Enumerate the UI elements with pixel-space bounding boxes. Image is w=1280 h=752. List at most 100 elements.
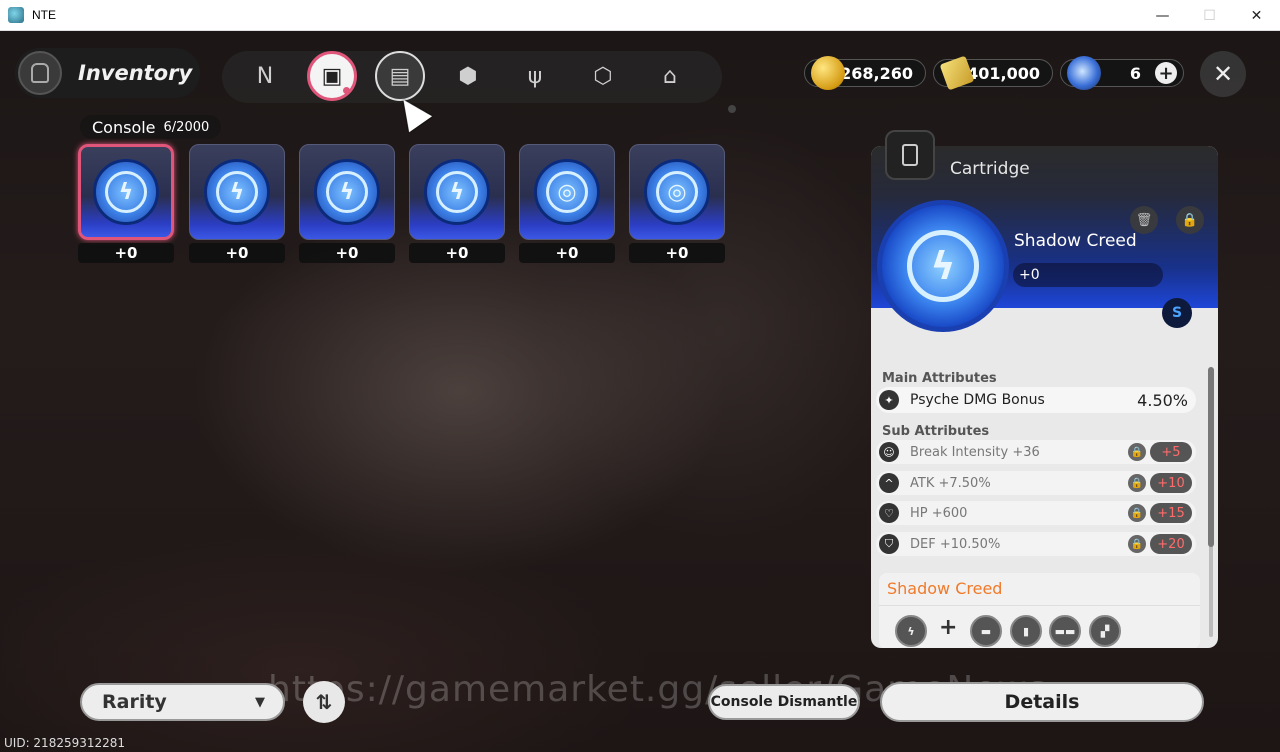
gold-amount: 268,260 bbox=[840, 63, 913, 83]
sub-attribute-name: Break Intensity +36 bbox=[910, 444, 1040, 460]
sub-attribute-row: ♡ HP +600 🔒 +15 bbox=[876, 501, 1196, 525]
window-controls: — ☐ ✕ bbox=[1139, 0, 1280, 31]
category-tabs: N ▣ ▤ ⬢ ψ ⬡ ⌂ bbox=[222, 51, 722, 103]
console-dismantle-button[interactable]: Console Dismantle bbox=[708, 684, 860, 720]
sub-attribute-name: DEF +10.50% bbox=[910, 536, 1001, 552]
currency-ticket: 401,000 bbox=[933, 55, 1053, 91]
close-window-button[interactable]: ✕ bbox=[1233, 0, 1280, 31]
set-slot-shape-icon[interactable]: ▞ bbox=[1089, 615, 1121, 647]
cartridge-disc-icon: ◎ bbox=[644, 159, 710, 225]
window-title: NTE bbox=[32, 8, 56, 22]
tab-housing[interactable]: ⌂ bbox=[645, 51, 695, 101]
cartridge-disc-icon: ◎ bbox=[534, 159, 600, 225]
close-button[interactable]: ✕ bbox=[1200, 51, 1246, 97]
item-name: Shadow Creed bbox=[1014, 231, 1137, 251]
tabs-end-dot bbox=[728, 105, 736, 113]
sort-order-button[interactable]: ⇅ bbox=[303, 681, 345, 723]
set-slot-shape-icon[interactable]: ▮ bbox=[1010, 615, 1042, 647]
item-level: +0 bbox=[1013, 263, 1163, 287]
notification-dot bbox=[343, 87, 350, 94]
mountain-icon: ^ bbox=[879, 473, 899, 493]
item-level: +0 bbox=[409, 243, 505, 263]
main-attribute-row: ✦ Psyche DMG Bonus 4.50% bbox=[876, 387, 1196, 413]
heart-icon: ♡ bbox=[879, 503, 899, 523]
minimize-button[interactable]: — bbox=[1139, 0, 1186, 31]
cartridge-disc-icon: ϟ bbox=[204, 159, 270, 225]
set-slot-shape-icon[interactable]: ▬ bbox=[970, 615, 1002, 647]
inventory-item[interactable]: ◎ bbox=[519, 144, 615, 240]
tab-items[interactable]: ⬡ bbox=[578, 51, 628, 101]
ticket-amount: 401,000 bbox=[967, 63, 1040, 83]
maximize-button[interactable]: ☐ bbox=[1186, 0, 1233, 31]
item-level: +0 bbox=[299, 243, 395, 263]
cartridge-category-icon bbox=[885, 130, 935, 180]
upgrade-level: +5 bbox=[1150, 442, 1192, 462]
user-id: UID: 218259312281 bbox=[4, 736, 126, 750]
item-level: +0 bbox=[629, 243, 725, 263]
inventory-item[interactable]: ϟ bbox=[189, 144, 285, 240]
ticket-icon bbox=[939, 55, 975, 91]
sub-attribute-row: ^ ATK +7.50% 🔒 +10 bbox=[876, 471, 1196, 495]
set-slot-shape-icon[interactable]: ▬▬ bbox=[1049, 615, 1081, 647]
trash-icon[interactable]: 🗑 bbox=[1130, 206, 1158, 234]
set-badge-icon[interactable]: S bbox=[1162, 298, 1192, 328]
psyche-icon: ✦ bbox=[879, 390, 899, 410]
cartridge-disc-icon: ϟ bbox=[93, 159, 159, 225]
inventory-item[interactable]: ϟ bbox=[409, 144, 505, 240]
inventory-item[interactable]: ◎ bbox=[629, 144, 725, 240]
lock-icon[interactable]: 🔒 bbox=[1176, 206, 1204, 234]
tab-materials[interactable]: ⬢ bbox=[443, 51, 493, 101]
tab-n-logo[interactable]: N bbox=[240, 51, 290, 101]
set-name: Shadow Creed bbox=[887, 579, 1003, 598]
attributes-section: Main Attributes ✦ Psyche DMG Bonus 4.50%… bbox=[871, 339, 1218, 648]
detail-category: Cartridge bbox=[950, 159, 1030, 179]
currency-gold: 268,260 bbox=[804, 56, 926, 90]
orb-amount: 6 bbox=[1129, 63, 1141, 83]
sub-attribute-row: ☺ Break Intensity +36 🔒 +5 bbox=[876, 440, 1196, 464]
set-bonus-box: Shadow Creed ϟ + ▬ ▮ ▬▬ ▞ bbox=[879, 573, 1200, 648]
sort-dropdown[interactable]: Rarity ▼ bbox=[80, 683, 285, 721]
sort-dropdown-label: Rarity bbox=[102, 691, 167, 713]
lock-icon[interactable]: 🔒 bbox=[1128, 474, 1146, 492]
sub-attribute-row: ⛉ DEF +10.50% 🔒 +20 bbox=[876, 532, 1196, 556]
box-icon: ⬢ bbox=[458, 63, 478, 89]
main-attribute-name: Psyche DMG Bonus bbox=[910, 392, 1045, 408]
backpack-icon bbox=[18, 51, 62, 95]
window-titlebar: NTE — ☐ ✕ bbox=[0, 0, 1280, 31]
main-attributes-heading: Main Attributes bbox=[882, 371, 997, 386]
inventory-item[interactable]: ϟ bbox=[299, 144, 395, 240]
details-button[interactable]: Details bbox=[880, 682, 1204, 722]
app-icon bbox=[8, 7, 24, 23]
lock-icon[interactable]: 🔒 bbox=[1128, 443, 1146, 461]
divider bbox=[879, 605, 1200, 606]
item-level: +0 bbox=[519, 243, 615, 263]
tab-console[interactable]: ▣ bbox=[307, 51, 357, 101]
item-level: +0 bbox=[189, 243, 285, 263]
game-viewport: Inventory N ▣ ▤ ⬢ ψ ⬡ ⌂ 268,260 401,000 … bbox=[0, 31, 1280, 752]
crystal-orb-icon bbox=[1067, 56, 1101, 90]
grid-label: Console 6/2000 bbox=[80, 115, 222, 139]
main-attribute-value: 4.50% bbox=[1137, 390, 1188, 410]
sub-attributes-heading: Sub Attributes bbox=[882, 424, 990, 439]
grid-category-label: Console bbox=[92, 117, 156, 137]
lock-icon[interactable]: 🔒 bbox=[1128, 535, 1146, 553]
set-slot-lightning-icon[interactable]: ϟ bbox=[895, 615, 927, 647]
tab-food[interactable]: ψ bbox=[510, 51, 560, 101]
page-title: Inventory bbox=[78, 61, 193, 85]
tab-cartridge[interactable]: ▤ bbox=[375, 51, 425, 101]
gold-coin-icon bbox=[811, 56, 845, 90]
chevron-down-icon: ▼ bbox=[255, 694, 265, 710]
upgrade-level: +20 bbox=[1150, 534, 1192, 554]
smile-icon: ☺ bbox=[879, 442, 899, 462]
cartridge-disc-icon: ϟ bbox=[314, 159, 380, 225]
upgrade-level: +10 bbox=[1150, 473, 1192, 493]
sub-attribute-name: HP +600 bbox=[910, 505, 968, 521]
shield-icon: ⛉ bbox=[879, 534, 899, 554]
detail-scroll-thumb[interactable] bbox=[1208, 367, 1214, 547]
add-currency-button[interactable]: + bbox=[1155, 62, 1177, 84]
inventory-header: Inventory bbox=[15, 48, 200, 98]
inventory-item[interactable]: ϟ bbox=[78, 144, 174, 240]
lock-icon[interactable]: 🔒 bbox=[1128, 504, 1146, 522]
cartridge-large-icon: ϟ bbox=[877, 200, 1009, 332]
currency-orb: 6 + bbox=[1060, 56, 1184, 90]
